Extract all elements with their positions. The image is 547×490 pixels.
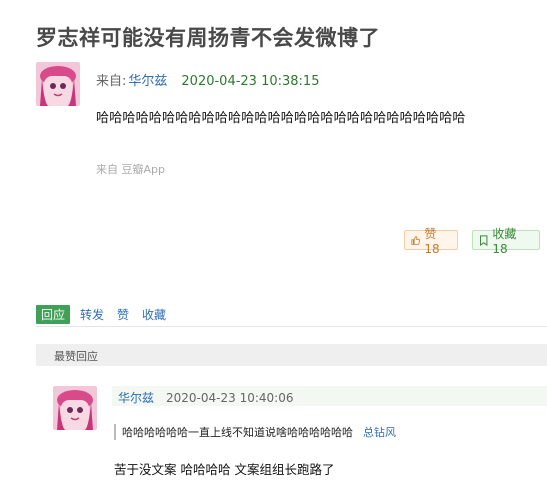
reply-quote: 哈哈哈哈哈哈一直上线不知道说啥哈哈哈哈哈哈 总钻风 — [114, 424, 396, 440]
post-body: 哈哈哈哈哈哈哈哈哈哈哈哈哈哈哈哈哈哈哈哈哈哈哈哈哈哈哈哈 — [96, 111, 466, 126]
page-title: 罗志祥可能没有周扬青不会发微博了 — [36, 26, 380, 50]
avatar-image — [36, 62, 80, 106]
hot-replies-header: 最赞回应 — [36, 344, 547, 366]
reply-meta: 华尔兹 2020-04-23 10:40:06 — [118, 389, 293, 406]
reply-tab[interactable]: 回应 — [36, 305, 71, 324]
from-label: 来自: — [96, 74, 127, 89]
divider — [36, 326, 547, 327]
bookmark-icon — [479, 234, 488, 246]
like-button[interactable]: 赞 18 — [404, 227, 458, 256]
reply-author-link[interactable]: 华尔兹 — [118, 391, 154, 405]
post-source: 来自 豆瓣App — [96, 163, 165, 176]
collect-link[interactable]: 收藏 — [142, 306, 166, 323]
quote-text: 哈哈哈哈哈哈一直上线不知道说啥哈哈哈哈哈哈 — [122, 426, 353, 439]
avatar[interactable] — [36, 62, 80, 106]
forward-link[interactable]: 转发 — [80, 306, 104, 323]
author-link[interactable]: 华尔兹 — [128, 74, 167, 89]
like-count-label: 赞 18 — [424, 226, 440, 256]
avatar-image — [53, 386, 97, 430]
collect-button[interactable]: 收藏 18 — [472, 227, 540, 256]
collect-count-label: 收藏 18 — [492, 226, 517, 256]
action-bar: 回应 转发 赞 收藏 — [36, 305, 179, 324]
quote-author-link[interactable]: 总钻风 — [363, 426, 396, 439]
reply-text: 苦于没文案 哈哈哈哈 文案组组长跑路了 — [114, 462, 335, 477]
like-link[interactable]: 赞 — [117, 306, 129, 323]
reply-avatar[interactable] — [53, 386, 97, 430]
reply-timestamp: 2020-04-23 10:40:06 — [166, 391, 294, 405]
post-timestamp: 2020-04-23 10:38:15 — [181, 74, 320, 89]
post-meta: 来自: 华尔兹 2020-04-23 10:38:15 — [96, 70, 319, 89]
thumbs-up-icon — [411, 235, 420, 245]
